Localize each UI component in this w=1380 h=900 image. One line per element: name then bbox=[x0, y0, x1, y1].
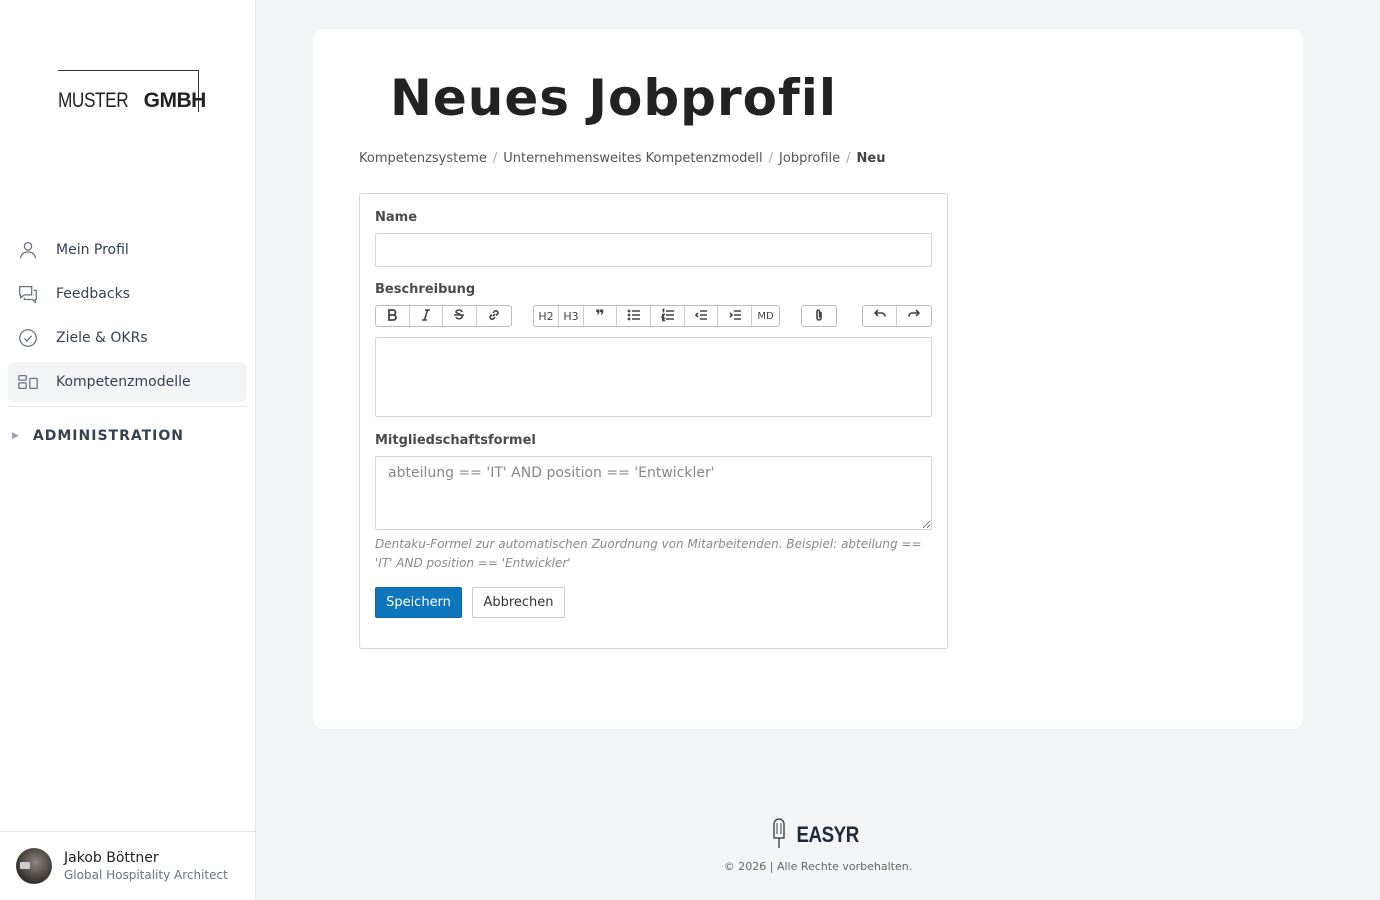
formula-textarea[interactable] bbox=[375, 456, 932, 530]
page-title: Neues Jobprofil bbox=[390, 69, 838, 127]
outdent-icon bbox=[694, 308, 708, 325]
breadcrumb-kompetenzsysteme[interactable]: Kompetenzsysteme bbox=[359, 151, 487, 166]
outdent-button[interactable] bbox=[685, 306, 718, 326]
main-nav: Mein Profil Feedbacks Ziele & OKRs Kompe… bbox=[8, 230, 247, 465]
quote-icon: ❞ bbox=[595, 306, 605, 325]
cancel-button[interactable]: Abbrechen bbox=[472, 587, 565, 618]
user-icon bbox=[16, 238, 40, 262]
paperclip-icon bbox=[812, 308, 826, 325]
breadcrumb-separator: / bbox=[768, 151, 774, 166]
easyr-logo[interactable]: EASYR bbox=[771, 816, 864, 854]
breadcrumb-current: Neu bbox=[856, 151, 886, 166]
save-button[interactable]: Speichern bbox=[375, 587, 462, 618]
check-circle-icon bbox=[16, 326, 40, 350]
admin-label: ADMINISTRATION bbox=[32, 428, 184, 444]
redo-button[interactable] bbox=[897, 306, 931, 326]
numbered-list-button[interactable] bbox=[651, 306, 685, 326]
description-editor[interactable] bbox=[375, 337, 932, 417]
company-logo[interactable]: MUSTER GMBH bbox=[58, 70, 206, 112]
sidebar: MUSTER GMBH Mein Profil Feedbacks Ziele &… bbox=[0, 0, 256, 900]
toolbar-group-blocks: H2 H3 ❞ MD bbox=[533, 305, 780, 327]
chat-icon bbox=[16, 282, 40, 306]
name-input[interactable] bbox=[375, 233, 932, 267]
indent-icon bbox=[728, 308, 742, 325]
logo-text-thin: MUSTER bbox=[58, 89, 129, 112]
description-label: Beschreibung bbox=[375, 282, 476, 297]
breadcrumb-separator: / bbox=[492, 151, 498, 166]
strikethrough-icon bbox=[452, 308, 466, 325]
italic-button[interactable] bbox=[410, 306, 443, 326]
brand-name: EASYR bbox=[796, 822, 860, 847]
link-icon bbox=[487, 308, 501, 325]
sidebar-item-label: Mein Profil bbox=[56, 242, 129, 258]
jobprofile-form: Name Beschreibung H2 H3 ❞ MD Mitgliedsch… bbox=[359, 193, 948, 649]
footer: EASYR © 2026 | Alle Rechte vorbehalten. bbox=[256, 816, 1380, 873]
user-profile[interactable]: Jakob Böttner Global Hospitality Archite… bbox=[0, 831, 255, 900]
formula-label: Mitgliedschaftsformel bbox=[375, 433, 536, 448]
formula-hint: Dentaku-Formel zur automatischen Zuordnu… bbox=[375, 537, 922, 570]
sidebar-item-label: Ziele & OKRs bbox=[56, 330, 148, 346]
breadcrumb: Kompetenzsysteme / Unternehmensweites Ko… bbox=[359, 151, 886, 166]
sidebar-item-ziele-okrs[interactable]: Ziele & OKRs bbox=[8, 318, 247, 358]
sidebar-item-mein-profil[interactable]: Mein Profil bbox=[8, 230, 247, 270]
user-name: Jakob Böttner bbox=[64, 850, 159, 866]
popsicle-icon bbox=[771, 816, 791, 854]
strikethrough-button[interactable] bbox=[443, 306, 477, 326]
heading2-button[interactable]: H2 bbox=[534, 306, 559, 326]
layout-icon bbox=[16, 370, 40, 394]
bold-button[interactable] bbox=[376, 306, 410, 326]
breadcrumb-separator: / bbox=[846, 151, 851, 166]
sidebar-item-feedbacks[interactable]: Feedbacks bbox=[8, 274, 247, 314]
attach-file-button[interactable] bbox=[802, 306, 836, 326]
indent-button[interactable] bbox=[718, 306, 752, 326]
bullet-list-button[interactable] bbox=[617, 306, 651, 326]
link-button[interactable] bbox=[477, 306, 511, 326]
copyright: © 2026 | Alle Rechte vorbehalten. bbox=[723, 860, 913, 873]
caret-right-icon: ▶ bbox=[12, 431, 19, 441]
redo-icon bbox=[907, 308, 921, 325]
italic-icon bbox=[419, 308, 433, 325]
sidebar-item-kompetenzmodelle[interactable]: Kompetenzmodelle bbox=[8, 362, 247, 402]
name-label: Name bbox=[375, 210, 418, 225]
sidebar-item-label: Feedbacks bbox=[56, 286, 130, 302]
content-card: Neues Jobprofil Kompetenzsysteme / Unter… bbox=[313, 29, 1303, 729]
quote-button[interactable]: ❞ bbox=[584, 306, 617, 326]
avatar bbox=[16, 848, 52, 884]
heading3-button[interactable]: H3 bbox=[559, 306, 584, 326]
numbered-list-icon bbox=[659, 307, 675, 325]
toolbar-group-history bbox=[862, 305, 932, 327]
sidebar-item-label: Kompetenzmodelle bbox=[56, 374, 191, 390]
logo-text-bold: GMBH bbox=[143, 89, 207, 112]
toolbar-group-format bbox=[375, 305, 512, 327]
markdown-button[interactable]: MD bbox=[752, 306, 779, 326]
toolbar-group-attach bbox=[801, 305, 837, 327]
undo-icon bbox=[873, 308, 887, 325]
bold-icon bbox=[385, 308, 399, 325]
sidebar-section-administration[interactable]: ▶ ADMINISTRATION bbox=[8, 407, 247, 465]
user-role: Global Hospitality Architect bbox=[64, 868, 228, 882]
breadcrumb-jobprofile[interactable]: Jobprofile bbox=[779, 151, 840, 166]
breadcrumb-kompetenzmodell[interactable]: Unternehmensweites Kompetenzmodell bbox=[503, 151, 762, 166]
bullet-list-icon bbox=[627, 308, 641, 325]
undo-button[interactable] bbox=[863, 306, 897, 326]
